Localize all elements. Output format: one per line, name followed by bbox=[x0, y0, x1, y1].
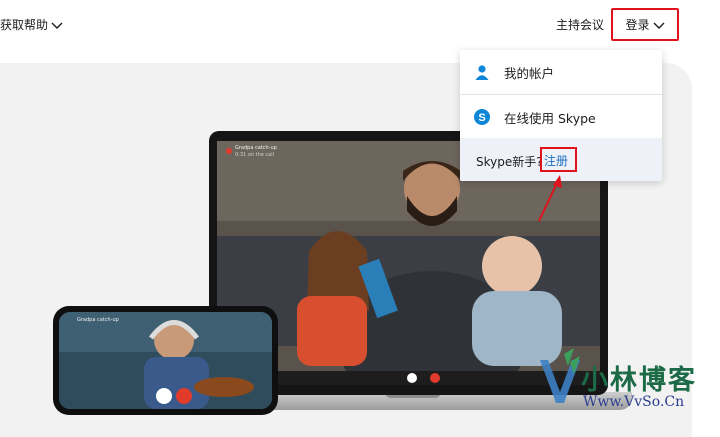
annotation-arrow-icon bbox=[538, 175, 562, 222]
use-skype-online-label: 在线使用 Skype bbox=[504, 110, 596, 126]
new-to-skype-text: Skype新手? bbox=[476, 155, 543, 169]
use-skype-online-item[interactable]: S 在线使用 Skype bbox=[460, 95, 662, 139]
phone-illustration: Gradpa catch-up bbox=[53, 306, 278, 415]
chevron-down-icon bbox=[51, 22, 63, 29]
watermark-url: Www.VvSo.Cn bbox=[583, 394, 685, 410]
my-account-item[interactable]: 我的帐户 bbox=[460, 50, 662, 94]
watermark-name: 小林博客 bbox=[581, 365, 697, 396]
chevron-down-icon bbox=[653, 22, 664, 29]
host-meeting-link[interactable]: 主持会议 bbox=[556, 16, 604, 33]
login-button[interactable]: 登录 bbox=[611, 8, 679, 41]
login-label: 登录 bbox=[625, 18, 650, 32]
laptop-call-title: Gradpa catch-up bbox=[235, 145, 277, 151]
login-dropdown: 我的帐户 S 在线使用 Skype Skype新手? 注册 bbox=[460, 50, 662, 181]
help-label: 获取帮助 bbox=[0, 18, 49, 32]
svg-text:S: S bbox=[478, 112, 485, 124]
person-icon bbox=[475, 65, 489, 80]
my-account-label: 我的帐户 bbox=[504, 65, 555, 81]
phone-call-title: Gradpa catch-up bbox=[77, 317, 119, 323]
register-link[interactable]: 注册 bbox=[544, 152, 568, 169]
child-video-image bbox=[59, 312, 272, 409]
laptop-call-subtitle: 0:31 on the call bbox=[235, 152, 275, 158]
skype-logo-icon: S bbox=[474, 109, 490, 125]
phone-video-call: Gradpa catch-up bbox=[59, 312, 272, 409]
watermark-logo-icon bbox=[540, 348, 580, 403]
help-menu[interactable]: 获取帮助 bbox=[0, 16, 63, 33]
